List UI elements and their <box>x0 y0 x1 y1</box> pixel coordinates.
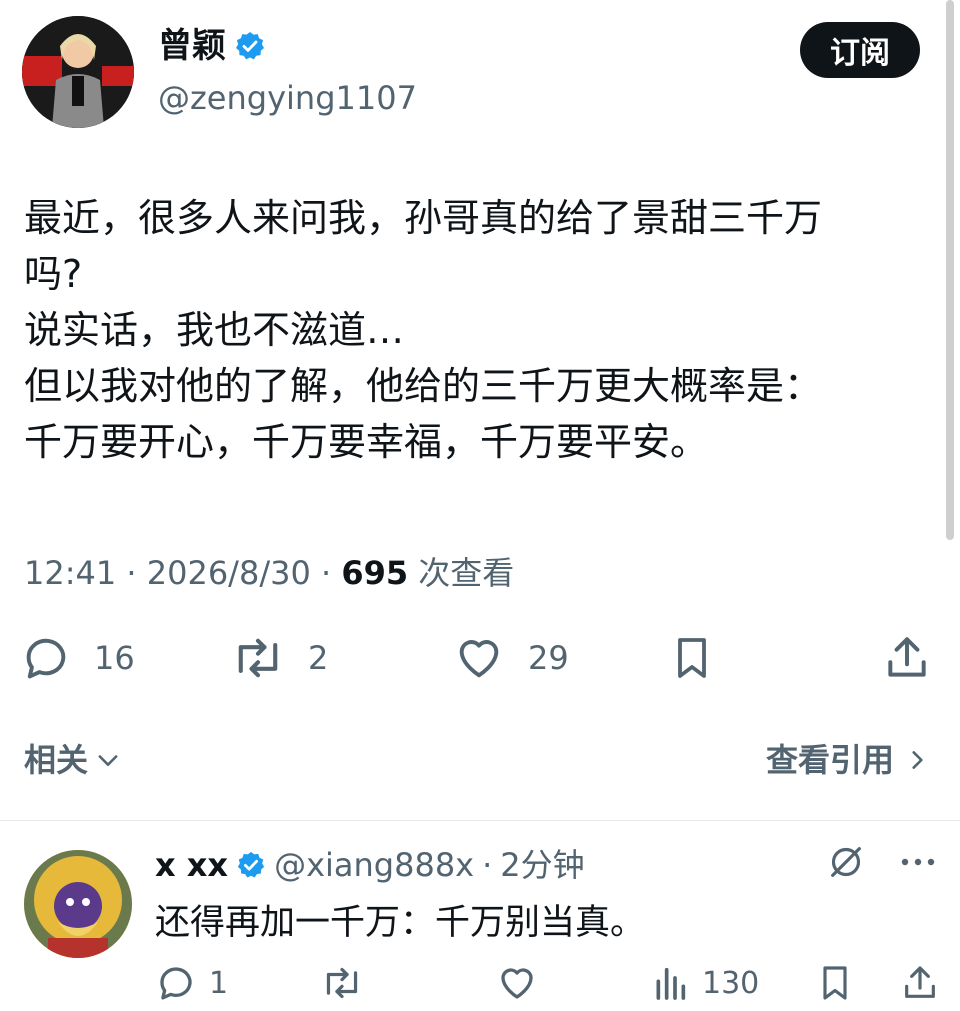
post-date[interactable]: 2026/8/30 <box>147 554 311 592</box>
reply-count: 16 <box>94 639 135 677</box>
heart-icon <box>495 962 539 1004</box>
repost-count: 2 <box>308 639 329 677</box>
post-action-bar: 16 2 29 <box>20 632 940 692</box>
repost-icon <box>320 962 364 1004</box>
bookmark-button[interactable] <box>668 632 716 684</box>
reply-time[interactable]: 2分钟 <box>500 842 584 888</box>
subscribe-button[interactable]: 订阅 <box>800 22 920 78</box>
scrollbar[interactable] <box>946 0 954 540</box>
reply-views[interactable]: 130 <box>650 962 759 1004</box>
chevron-right-icon <box>904 746 930 774</box>
reply-button[interactable]: 16 <box>20 632 135 684</box>
avatar[interactable] <box>22 16 134 128</box>
author-handle[interactable]: @zengying1107 <box>158 76 417 120</box>
reply-icon <box>155 962 197 1004</box>
reply-avatar[interactable] <box>24 850 132 958</box>
reply-reply-button[interactable]: 1 <box>155 962 228 1004</box>
author-name-row: 曾颖 <box>158 24 266 68</box>
views-label: 次查看 <box>418 554 515 592</box>
reply-share-button[interactable] <box>900 962 940 1004</box>
chevron-down-icon <box>94 746 122 774</box>
repost-icon <box>230 632 286 684</box>
share-icon <box>900 962 940 1004</box>
post-time[interactable]: 12:41 <box>24 554 116 592</box>
more-icon[interactable] <box>900 856 936 868</box>
like-count: 29 <box>528 639 569 677</box>
separator-dot: · <box>482 846 493 884</box>
bookmark-icon <box>815 962 855 1004</box>
reply-author-handle[interactable]: @xiang888x <box>274 842 474 888</box>
view-quotes-link[interactable]: 查看引用 <box>766 738 930 782</box>
share-icon <box>882 632 932 684</box>
views-count: 695 <box>341 554 409 592</box>
reply-repost-button[interactable] <box>320 962 364 1004</box>
post-text: 最近，很多人来问我，孙哥真的给了景甜三千万 吗? 说实话，我也不滋道… 但以我对… <box>24 196 823 464</box>
divider <box>0 820 960 821</box>
reply-icon <box>20 632 72 684</box>
related-label: 相关 <box>24 741 89 779</box>
analytics-icon <box>650 962 690 1004</box>
like-button[interactable]: 29 <box>452 632 569 684</box>
heart-icon <box>452 632 506 684</box>
post-meta: 12:41 · 2026/8/30 · 695 次查看 <box>24 548 514 598</box>
separator-dot: · <box>320 554 342 592</box>
reply-reply-count: 1 <box>209 965 229 1001</box>
share-button[interactable] <box>882 632 932 684</box>
verified-badge-icon <box>236 850 266 880</box>
related-toggle[interactable]: 相关 <box>24 738 122 782</box>
reply-like-button[interactable] <box>495 962 539 1004</box>
bookmark-icon <box>668 632 716 684</box>
reply-author-name[interactable]: x xx <box>155 842 228 888</box>
view-quotes-label: 查看引用 <box>765 741 894 779</box>
reply-header: x xx @xiang888x · 2分钟 <box>155 842 585 888</box>
author-name[interactable]: 曾颖 <box>158 24 226 68</box>
verified-badge-icon <box>234 30 266 62</box>
reply-text: 还得再加一千万：千万别当真。 <box>155 903 646 943</box>
reply-bookmark-button[interactable] <box>815 962 855 1004</box>
repost-button[interactable]: 2 <box>230 632 328 684</box>
reply-tools <box>826 842 936 882</box>
separator-dot: · <box>126 554 147 592</box>
grok-icon[interactable] <box>826 842 866 882</box>
reply-views-count: 130 <box>702 965 760 1001</box>
reply-action-bar: 1 130 <box>155 962 945 1010</box>
